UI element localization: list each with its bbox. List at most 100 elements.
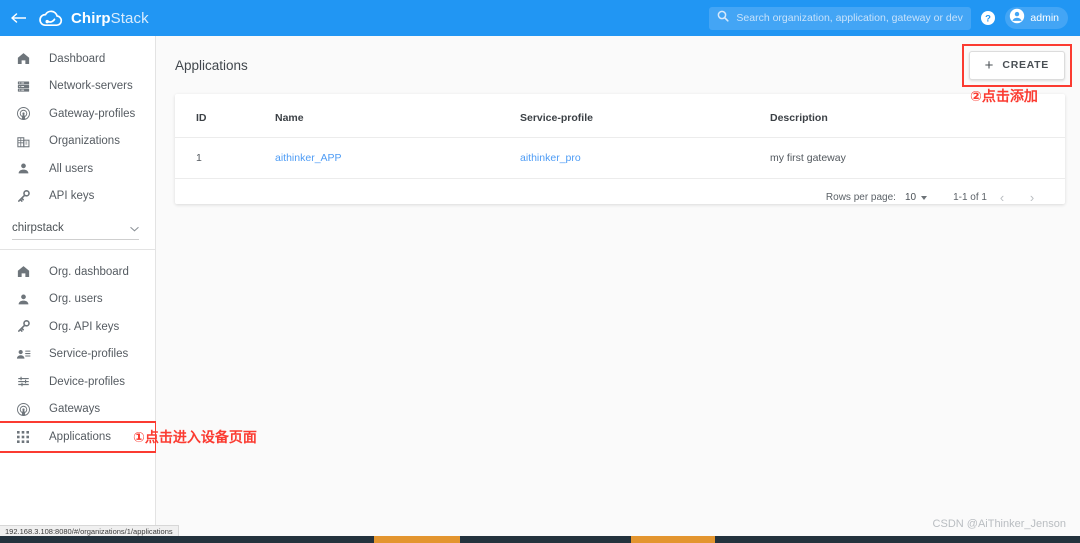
column-header-description: Description bbox=[770, 94, 1065, 138]
chevron-down-icon bbox=[130, 219, 139, 237]
antenna-icon bbox=[14, 400, 32, 418]
rows-per-page-label: Rows per page: bbox=[826, 192, 896, 203]
key-icon bbox=[14, 318, 32, 336]
chevron-left-icon[interactable]: ‹ bbox=[987, 190, 1017, 205]
person-icon bbox=[14, 160, 32, 178]
header-actions: ? admin bbox=[709, 7, 1080, 30]
sidebar-label: Service-profiles bbox=[49, 348, 128, 360]
column-header-name: Name bbox=[275, 94, 520, 138]
sidebar-item-all-users[interactable]: All users bbox=[0, 155, 155, 183]
search-input[interactable] bbox=[736, 12, 963, 24]
apps-grid-icon bbox=[14, 428, 32, 446]
plus-icon: + bbox=[985, 58, 994, 73]
global-search[interactable] bbox=[709, 7, 971, 30]
sidebar-item-gateway-profiles[interactable]: Gateway-profiles bbox=[0, 100, 155, 128]
sidebar-label: Org. users bbox=[49, 293, 103, 305]
browser-status-bar: 192.168.3.108:8080/#/organizations/1/app… bbox=[0, 525, 179, 536]
brand-title-light: Stack bbox=[111, 10, 149, 27]
sidebar-item-service-profiles[interactable]: Service-profiles bbox=[0, 341, 155, 369]
browser-page: ChirpStack ? bbox=[0, 0, 1080, 543]
content-header: Applications + CREATE bbox=[156, 36, 1080, 94]
chirpstack-cloud-icon bbox=[38, 8, 64, 28]
cell-name: aithinker_APP bbox=[275, 138, 520, 179]
sidebar-label: All users bbox=[49, 163, 93, 175]
table-row[interactable]: 1 aithinker_APP aithinker_pro my first g… bbox=[175, 138, 1065, 179]
cell-id: 1 bbox=[175, 138, 275, 179]
table-body: 1 aithinker_APP aithinker_pro my first g… bbox=[175, 138, 1065, 179]
sidebar-item-network-servers[interactable]: Network-servers bbox=[0, 73, 155, 101]
service-profile-link[interactable]: aithinker_pro bbox=[520, 152, 581, 164]
table-header-row: ID Name Service-profile Description bbox=[175, 94, 1065, 138]
column-header-service-profile: Service-profile bbox=[520, 94, 770, 138]
brand-title-bold: Chirp bbox=[71, 10, 111, 27]
sidebar-label: Applications bbox=[49, 431, 111, 443]
application-link[interactable]: aithinker_APP bbox=[275, 152, 342, 164]
sidebar-label: Org. dashboard bbox=[49, 266, 129, 278]
sidebar-item-applications[interactable]: Applications bbox=[0, 423, 155, 451]
sidebar-org-section: Org. dashboard Org. users bbox=[0, 250, 155, 451]
cell-description: my first gateway bbox=[770, 138, 1065, 179]
sidebar-label: Gateways bbox=[49, 403, 100, 415]
column-header-id: ID bbox=[175, 94, 275, 138]
sidebar-item-org-dashboard[interactable]: Org. dashboard bbox=[0, 258, 155, 286]
create-button-label: CREATE bbox=[1002, 59, 1049, 71]
sliders-icon bbox=[14, 373, 32, 391]
applications-table: ID Name Service-profile Description 1 ai… bbox=[175, 94, 1065, 179]
organization-selector-value: chirpstack bbox=[12, 222, 64, 234]
user-name: admin bbox=[1030, 12, 1059, 24]
chevron-right-icon[interactable]: › bbox=[1017, 190, 1047, 205]
page-title: Applications bbox=[175, 58, 248, 73]
create-button[interactable]: + CREATE bbox=[969, 51, 1065, 80]
sidebar-item-organizations[interactable]: Organizations bbox=[0, 128, 155, 156]
watermark: CSDN @AiThinker_Jenson bbox=[933, 518, 1066, 530]
organization-selector[interactable]: chirpstack bbox=[12, 216, 139, 240]
key-icon bbox=[14, 187, 32, 205]
app-header: ChirpStack ? bbox=[0, 0, 1080, 36]
pagination-range: 1-1 of 1 bbox=[953, 192, 987, 203]
sidebar-item-dashboard[interactable]: Dashboard bbox=[0, 45, 155, 73]
antenna-icon bbox=[14, 105, 32, 123]
user-menu[interactable]: admin bbox=[1005, 7, 1068, 29]
sidebar-global-section: Dashboard Network-servers bbox=[0, 36, 155, 210]
sidebar-item-org-api-keys[interactable]: Org. API keys bbox=[0, 313, 155, 341]
sidebar-label: Gateway-profiles bbox=[49, 108, 135, 120]
taskbar-item[interactable] bbox=[631, 536, 715, 543]
account-circle-icon bbox=[1009, 8, 1025, 29]
rows-per-page-select[interactable]: 10 bbox=[905, 192, 927, 203]
sidebar: Dashboard Network-servers bbox=[0, 36, 156, 543]
sidebar-item-api-keys[interactable]: API keys bbox=[0, 183, 155, 211]
person-icon bbox=[14, 290, 32, 308]
home-icon bbox=[14, 50, 32, 68]
table-pagination: Rows per page: 10 1-1 of 1 ‹ › bbox=[175, 179, 1065, 205]
search-icon bbox=[717, 9, 729, 27]
taskbar-item[interactable] bbox=[374, 536, 460, 543]
sidebar-label: Network-servers bbox=[49, 80, 133, 92]
sidebar-label: API keys bbox=[49, 190, 94, 202]
organization-selector-wrap: chirpstack bbox=[0, 210, 155, 240]
sidebar-label: Device-profiles bbox=[49, 376, 125, 388]
create-button-wrap: + CREATE bbox=[969, 51, 1065, 80]
status-url: 192.168.3.108:8080/#/organizations/1/app… bbox=[5, 527, 173, 536]
sidebar-label: Org. API keys bbox=[49, 321, 119, 333]
building-icon bbox=[14, 132, 32, 150]
cell-service-profile: aithinker_pro bbox=[520, 138, 770, 179]
brand-logo-group[interactable]: ChirpStack bbox=[38, 8, 149, 28]
help-circle-icon[interactable]: ? bbox=[977, 7, 999, 29]
brand-title: ChirpStack bbox=[71, 10, 149, 27]
sidebar-label: Organizations bbox=[49, 135, 120, 147]
sidebar-label: Dashboard bbox=[49, 53, 105, 65]
sidebar-item-device-profiles[interactable]: Device-profiles bbox=[0, 368, 155, 396]
sidebar-item-org-users[interactable]: Org. users bbox=[0, 286, 155, 314]
main-content: Applications + CREATE ID Name Service-pr… bbox=[156, 36, 1080, 543]
applications-table-card: ID Name Service-profile Description 1 ai… bbox=[175, 94, 1065, 204]
collapse-menu-icon[interactable] bbox=[0, 11, 38, 25]
person-list-icon bbox=[14, 345, 32, 363]
sidebar-item-gateways[interactable]: Gateways bbox=[0, 396, 155, 424]
rows-per-page-value: 10 bbox=[905, 192, 916, 203]
home-icon bbox=[14, 263, 32, 281]
svg-text:?: ? bbox=[985, 14, 991, 25]
os-taskbar bbox=[0, 536, 1080, 543]
server-icon bbox=[14, 77, 32, 95]
table-head: ID Name Service-profile Description bbox=[175, 94, 1065, 138]
chevron-down-icon bbox=[921, 196, 927, 200]
